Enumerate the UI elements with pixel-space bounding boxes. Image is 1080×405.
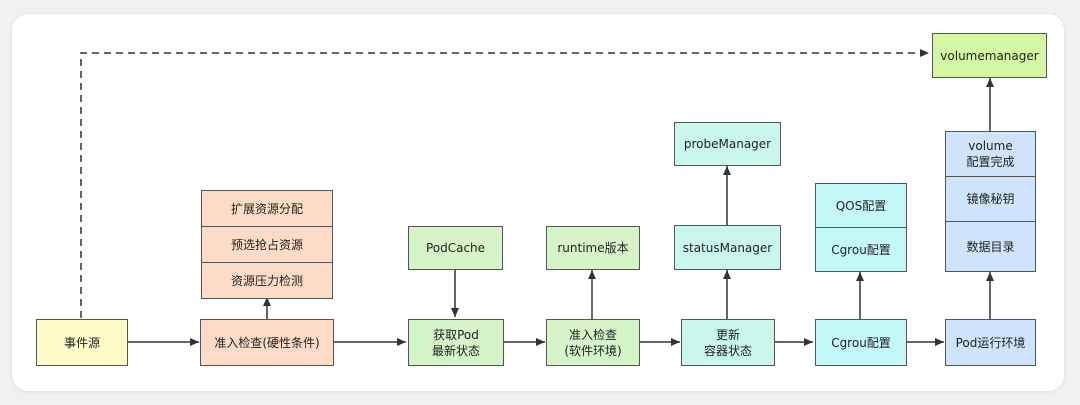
node-volume-config-done: volume 配置完成 <box>945 131 1036 177</box>
node-admit-check-hard: 准入检查(硬性条件) <box>200 319 334 366</box>
node-image-secret: 镜像秘钥 <box>945 176 1036 222</box>
node-qos-config: QOS配置 <box>815 183 907 228</box>
node-event-source: 事件源 <box>36 319 128 366</box>
node-runtime-version: runtime版本 <box>546 226 640 270</box>
node-admit-check-soft: 准入检查 (软件环境) <box>546 319 640 366</box>
node-preempt-resource: 预选抢占资源 <box>201 226 333 263</box>
node-pod-cache: PodCache <box>408 226 503 270</box>
node-extend-resource-alloc: 扩展资源分配 <box>201 190 333 227</box>
node-probe-manager: probeManager <box>674 122 781 166</box>
node-get-latest-pod-status: 获取Pod 最新状态 <box>408 319 504 366</box>
node-cgroup-config-top: Cgrou配置 <box>815 227 907 272</box>
node-cgroup-config: Cgrou配置 <box>815 319 907 366</box>
node-volume-manager: volumemanager <box>932 33 1047 78</box>
node-status-manager: statusManager <box>674 225 781 270</box>
node-resource-pressure-check: 资源压力检测 <box>201 262 333 299</box>
edge-layer <box>80 49 994 346</box>
node-pod-runtime-env: Pod运行环境 <box>945 319 1036 366</box>
node-update-container-status: 更新 容器状态 <box>681 319 775 366</box>
node-data-directory: 数据目录 <box>945 221 1036 272</box>
